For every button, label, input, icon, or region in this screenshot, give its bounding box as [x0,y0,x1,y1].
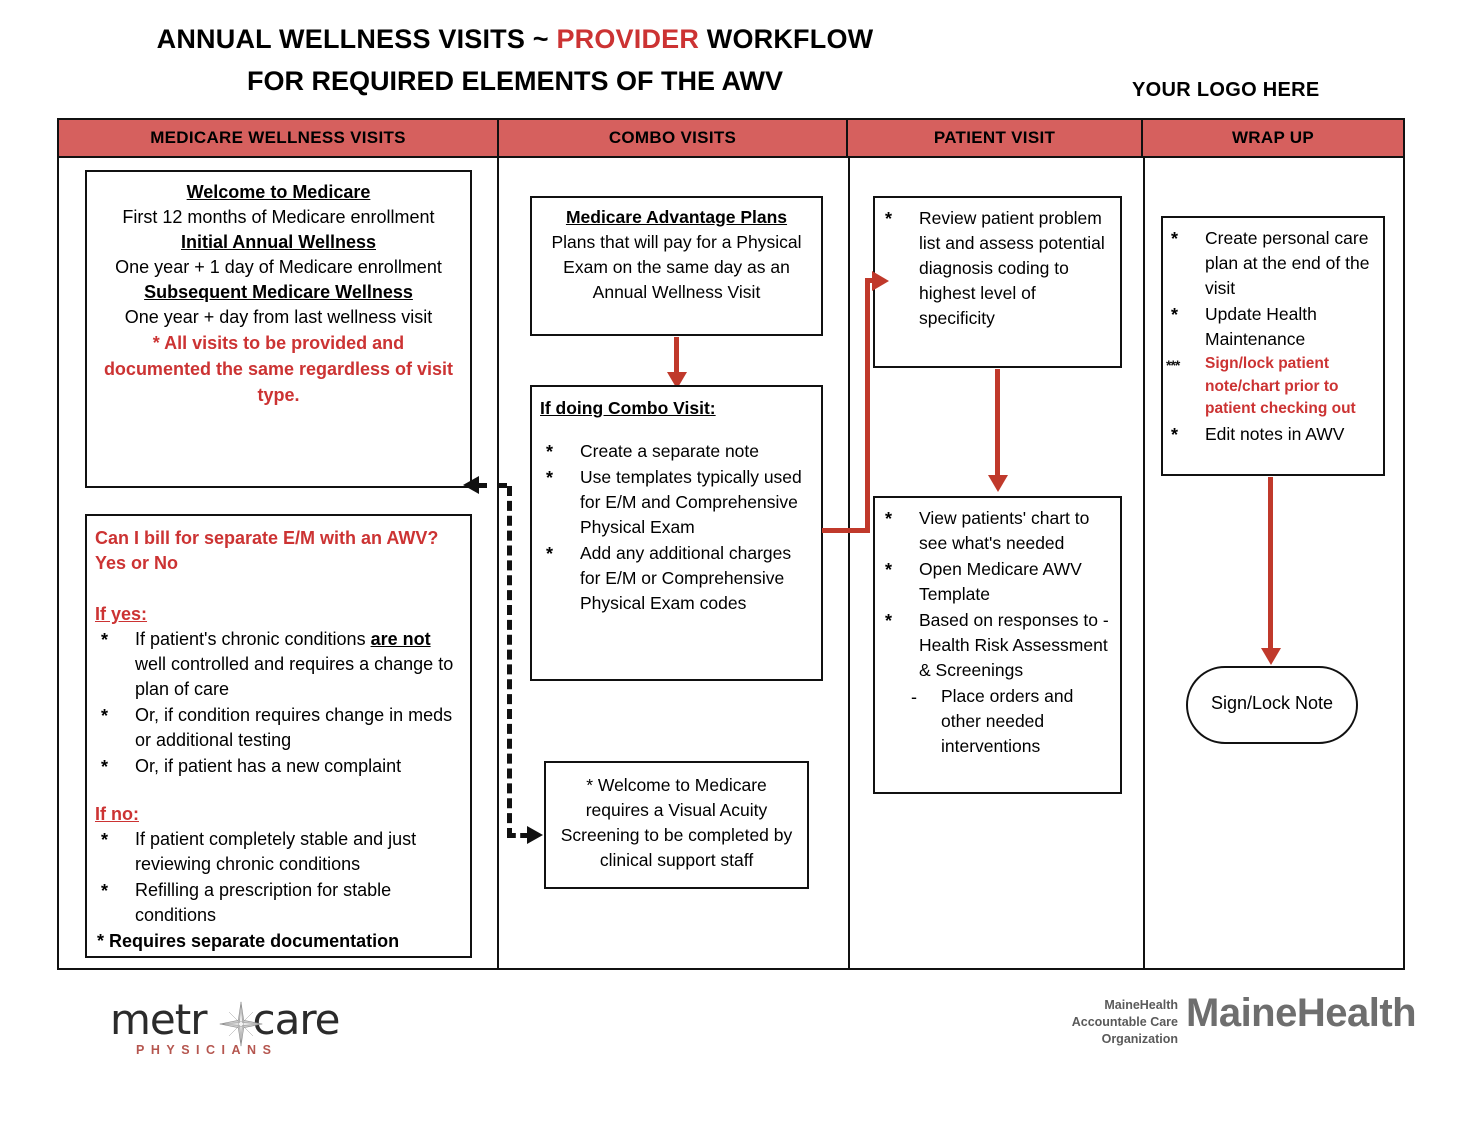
column-header-label: WRAP UP [1231,128,1315,147]
column-header-medicare-wellness-visits: MEDICARE WELLNESS VISITS [59,120,499,158]
list-item: Update Health Maintenance [1165,302,1379,352]
box-medicare-wellness-definitions: Welcome to Medicare First 12 months of M… [85,170,472,488]
subsequent-medicare-wellness-heading: Subsequent Medicare Wellness [144,282,413,302]
triple-asterisk-marker: *** [1166,357,1180,373]
if-yes-label: If yes: [95,604,148,624]
box-if-doing-combo-visit: If doing Combo Visit: Create a separate … [530,385,823,681]
logo-placeholder: YOUR LOGO HERE [1132,79,1320,101]
arrow-down-icon [988,475,1008,492]
box-billing-separate-em: Can I bill for separate E/M with an AWV?… [85,514,472,958]
box-view-chart-awv-template: View patients' chart to see what's neede… [873,496,1122,794]
visual-acuity-text: * Welcome to Medicare requires a Visual … [560,775,793,870]
title-line-1: ANNUAL WELLNESS VISITS ~ PROVIDER WORKFL… [0,22,1030,57]
list-item: If patient's chronic conditions are not … [95,627,462,702]
metrocare-word-part-1: metr [110,995,207,1044]
arrow-down-icon [1261,648,1281,665]
list-item: Create a separate note [540,439,813,465]
title-part-a: ANNUAL WELLNESS VISITS ~ [156,24,557,54]
list-item: Review patient problem list and assess p… [879,206,1114,331]
box-medicare-advantage-plans: Medicare Advantage Plans Plans that will… [530,196,823,336]
subsequent-medicare-wellness-text: One year + day from last wellness visit [124,307,433,327]
column-header-label: PATIENT VISIT [933,128,1056,147]
list-item: If patient completely stable and just re… [95,827,462,877]
billing-question: Can I bill for separate E/M with an AWV?… [95,528,439,573]
column-divider-3 [1143,158,1145,968]
list-item: Create personal care plan at the end of … [1165,226,1379,301]
wrap-up-list: Create personal care plan at the end of … [1165,226,1379,448]
patient-visit-list-2: View patients' chart to see what's neede… [879,506,1114,759]
aco-line-2: Accountable Care [1071,1015,1178,1029]
metrocare-word-part-2: care [252,995,341,1044]
mainehealth-aco-text: MaineHealth Accountable Care Organizatio… [1008,997,1178,1048]
yes-item-pre: If patient's chronic conditions [135,629,371,649]
column-header-combo-visits: COMBO VISITS [499,120,848,158]
terminal-sign-lock-note: Sign/Lock Note [1186,666,1358,744]
title-line-2: FOR REQUIRED ELEMENTS OF THE AWV [246,66,784,96]
box-wrap-up-tasks: Create personal care plan at the end of … [1161,216,1385,476]
medicare-advantage-heading: Medicare Advantage Plans [565,207,788,227]
medicare-advantage-body: Plans that will pay for a Physical Exam … [551,232,802,302]
arrow-left-icon [463,476,479,494]
dashed-connector-bottom-h [507,833,529,838]
list-subitem: Place orders and other needed interventi… [879,684,1114,759]
connector-combo-1-to-2 [674,337,679,375]
if-no-list: If patient completely stable and just re… [95,827,462,928]
metrocare-logo: metr care PHYSICIANS [110,995,370,1065]
column-header-label: MEDICARE WELLNESS VISITS [150,128,406,147]
workflow-diagram-page: ANNUAL WELLNESS VISITS ~ PROVIDER WORKFL… [0,0,1460,1128]
dashed-connector-vertical [507,486,512,838]
list-item: Use templates typically used for E/M and… [540,465,813,540]
column-header-patient-visit: PATIENT VISIT [848,120,1143,158]
list-item: Or, if condition requires change in meds… [95,703,462,753]
metrocare-tagline: PHYSICIANS [136,1043,278,1057]
mainehealth-wordmark: MaineHealth [1186,991,1417,1035]
welcome-to-medicare-heading: Welcome to Medicare [186,182,371,202]
if-no-label: If no: [95,804,139,824]
list-item: Add any additional charges for E/M or Co… [540,541,813,616]
title-part-b: WORKFLOW [699,24,874,54]
arrow-right-icon [527,826,543,844]
signlock-warning-text: Sign/lock patient note/chart prior to pa… [1205,355,1356,417]
yes-item-post: well controlled and requires a change to… [135,654,454,699]
list-item: Edit notes in AWV [1165,422,1379,448]
all-visits-note: * All visits to be provided and document… [103,333,454,405]
list-item-signlock-warning: *** Sign/lock patient note/chart prior t… [1165,353,1379,421]
connector-combo-to-patient-v [865,280,870,533]
if-yes-list: If patient's chronic conditions are not … [95,627,462,780]
column-header-row: MEDICARE WELLNESS VISITS COMBO VISITS PA… [59,120,1403,158]
list-item: Refilling a prescription for stable cond… [95,878,462,928]
requires-separate-documentation: * Requires separate documentation [97,931,400,951]
aco-line-3: Organization [1101,1032,1178,1046]
initial-annual-wellness-heading: Initial Annual Wellness [180,232,377,252]
connector-combo-to-patient-h1 [822,528,870,533]
box-review-problem-list: Review patient problem list and assess p… [873,196,1122,368]
list-item: View patients' chart to see what's neede… [879,506,1114,556]
connector-patient-visit-down [995,369,1000,479]
terminal-label: Sign/Lock Note [1210,693,1334,713]
workflow-table: MEDICARE WELLNESS VISITS COMBO VISITS PA… [57,118,1405,970]
list-item: Or, if patient has a new complaint [95,754,462,780]
welcome-to-medicare-text: First 12 months of Medicare enrollment [122,207,435,227]
page-title: ANNUAL WELLNESS VISITS ~ PROVIDER WORKFL… [0,22,1030,99]
arrow-right-icon [872,271,889,291]
aco-line-1: MaineHealth [1104,998,1178,1012]
combo-visit-list: Create a separate note Use templates typ… [540,439,813,616]
initial-annual-wellness-text: One year + 1 day of Medicare enrollment [115,257,442,277]
combo-visit-heading: If doing Combo Visit: [540,398,716,418]
list-item: Open Medicare AWV Template [879,557,1114,607]
compass-star-icon [219,1001,263,1047]
yes-item-underline: are not [370,629,431,649]
column-divider-1 [497,158,499,968]
dashed-connector-top-h [477,483,507,488]
title-accent-provider: PROVIDER [556,24,700,54]
column-header-label: COMBO VISITS [608,128,737,147]
column-header-wrap-up: WRAP UP [1143,120,1403,158]
column-divider-2 [848,158,850,968]
connector-wrapup-to-terminal [1268,477,1273,652]
patient-visit-list-1: Review patient problem list and assess p… [879,206,1114,331]
box-visual-acuity-screening: * Welcome to Medicare requires a Visual … [544,761,809,889]
list-item: Based on responses to - Health Risk Asse… [879,608,1114,683]
